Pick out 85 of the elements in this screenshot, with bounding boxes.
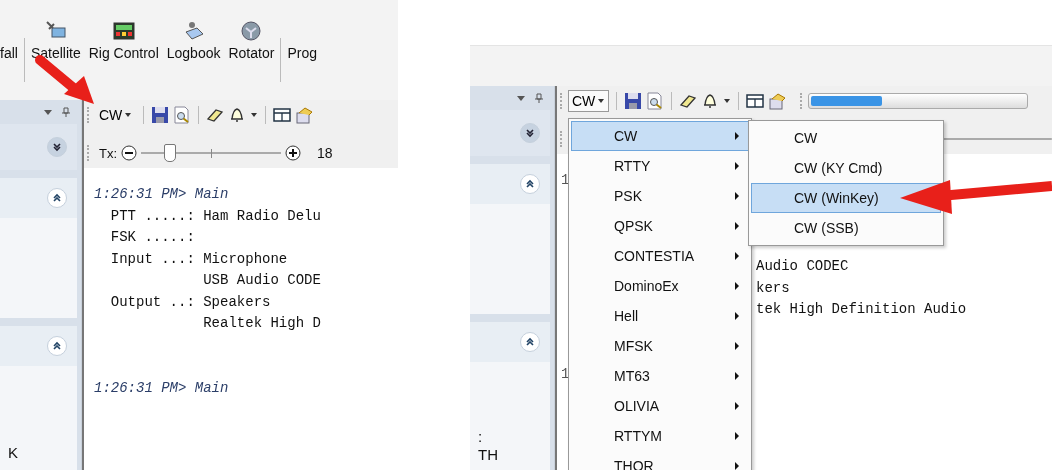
submenu-arrow-icon [734,251,740,261]
menu-item[interactable]: CW (KY Cmd) [751,153,941,183]
submenu-arrow-icon [734,161,740,171]
sidebar-label: : [478,428,484,446]
chevron-down-icon [524,127,536,139]
expand-button[interactable] [47,137,67,157]
log-line-fragment: tek High Definition Audio [756,301,967,317]
sidebar-label: TH [478,446,499,464]
print-preview-icon[interactable] [646,92,665,110]
ribbon-button[interactable]: Prog [283,20,321,61]
menu-item[interactable]: CW (SSB) [751,213,941,243]
dropdown-caret-icon[interactable] [516,93,526,103]
eraser-icon[interactable] [679,92,698,110]
submenu-arrow-icon [734,461,740,470]
slider-thumb[interactable] [164,144,177,162]
save-icon[interactable] [151,106,170,124]
chevron-up-icon [524,178,536,190]
collapse-button[interactable] [47,336,67,356]
eraser-icon[interactable] [206,106,225,124]
submenu-arrow-icon [734,341,740,351]
caret-icon[interactable] [250,111,259,119]
log-line: PTT .....: Ham Radio Delu [109,207,321,224]
log-line: USB Audio CODE [202,272,321,288]
ribbon-button[interactable]: Logbook [162,20,225,61]
submenu-arrow-icon [734,311,740,321]
menu-item[interactable]: CW [751,123,941,153]
mode-dropdown[interactable]: CW [568,90,610,112]
log-line-fragment: kers [756,279,790,296]
menu-item[interactable]: DominoEx [571,271,749,301]
submenu-arrow-icon [734,431,740,441]
pin-icon[interactable] [61,107,71,117]
collapse-button[interactable] [520,174,540,194]
tx-label: Tx: [99,145,118,161]
layout-icon[interactable] [273,106,292,124]
log-line: Input ...: Microphone [109,250,288,267]
log-line: FSK .....: [109,229,195,245]
logbook-icon [182,20,205,42]
menu-item[interactable]: OLIVIA [571,391,749,421]
chevron-up-icon [524,336,536,348]
menu-item[interactable]: CONTESTIA [571,241,749,271]
menu-item[interactable]: CW [571,121,749,151]
caret-icon[interactable] [723,97,732,105]
collapse-button[interactable] [520,332,540,352]
submenu-arrow-icon [734,191,740,201]
submenu-arrow-icon [734,131,740,141]
caret-icon [124,111,133,119]
menu-item[interactable]: PSK [571,181,749,211]
submenu-arrow-icon [734,401,740,411]
mode-dropdown[interactable]: CW [95,104,137,126]
log-timestamp: 1:26:31 PM> Main [94,186,229,202]
submenu-arrow-icon [734,281,740,291]
menu-item[interactable]: Hell [571,301,749,331]
layout-icon[interactable] [746,92,765,110]
tx-value: 18 [317,145,333,161]
submenu-arrow-icon [734,221,740,231]
dropdown-caret-icon[interactable] [43,107,53,117]
sidebar-label: K [8,444,19,462]
log-timestamp: 1:26:31 PM> Main [94,379,229,396]
chevron-down-icon [51,141,63,153]
minus-button[interactable] [121,145,138,161]
menu-item[interactable]: QPSK [571,211,749,241]
collapse-button[interactable] [47,188,67,208]
log-line: Realtek High D [202,315,321,331]
log-line-fragment: Audio CODEC [756,258,849,274]
expand-button[interactable] [520,123,540,143]
pin-icon[interactable] [534,93,544,103]
save-icon[interactable] [624,92,643,110]
menu-item[interactable]: CW (WinKey) [751,183,941,213]
print-preview-icon[interactable] [173,106,192,124]
chevron-up-icon [51,192,63,204]
menu-item[interactable]: RTTYM [571,421,749,451]
ribbon-button[interactable]: Rig Control [84,20,163,61]
ribbon-button[interactable]: fall [0,20,22,61]
plus-button[interactable] [285,145,302,161]
ribbon-button[interactable]: Satellite [26,20,85,61]
caret-icon [597,97,606,105]
menu-item[interactable]: MFSK [571,331,749,361]
log-line: Output ..: Speakers [109,293,271,310]
rotator-icon [240,20,263,42]
menu-item[interactable]: RTTY [571,151,749,181]
ribbon-button[interactable]: Rotator [224,20,279,61]
submenu-arrow-icon [734,371,740,381]
radio-panel-icon [112,20,135,42]
menu-item[interactable]: MT63 [571,361,749,391]
chevron-up-icon [51,340,63,352]
